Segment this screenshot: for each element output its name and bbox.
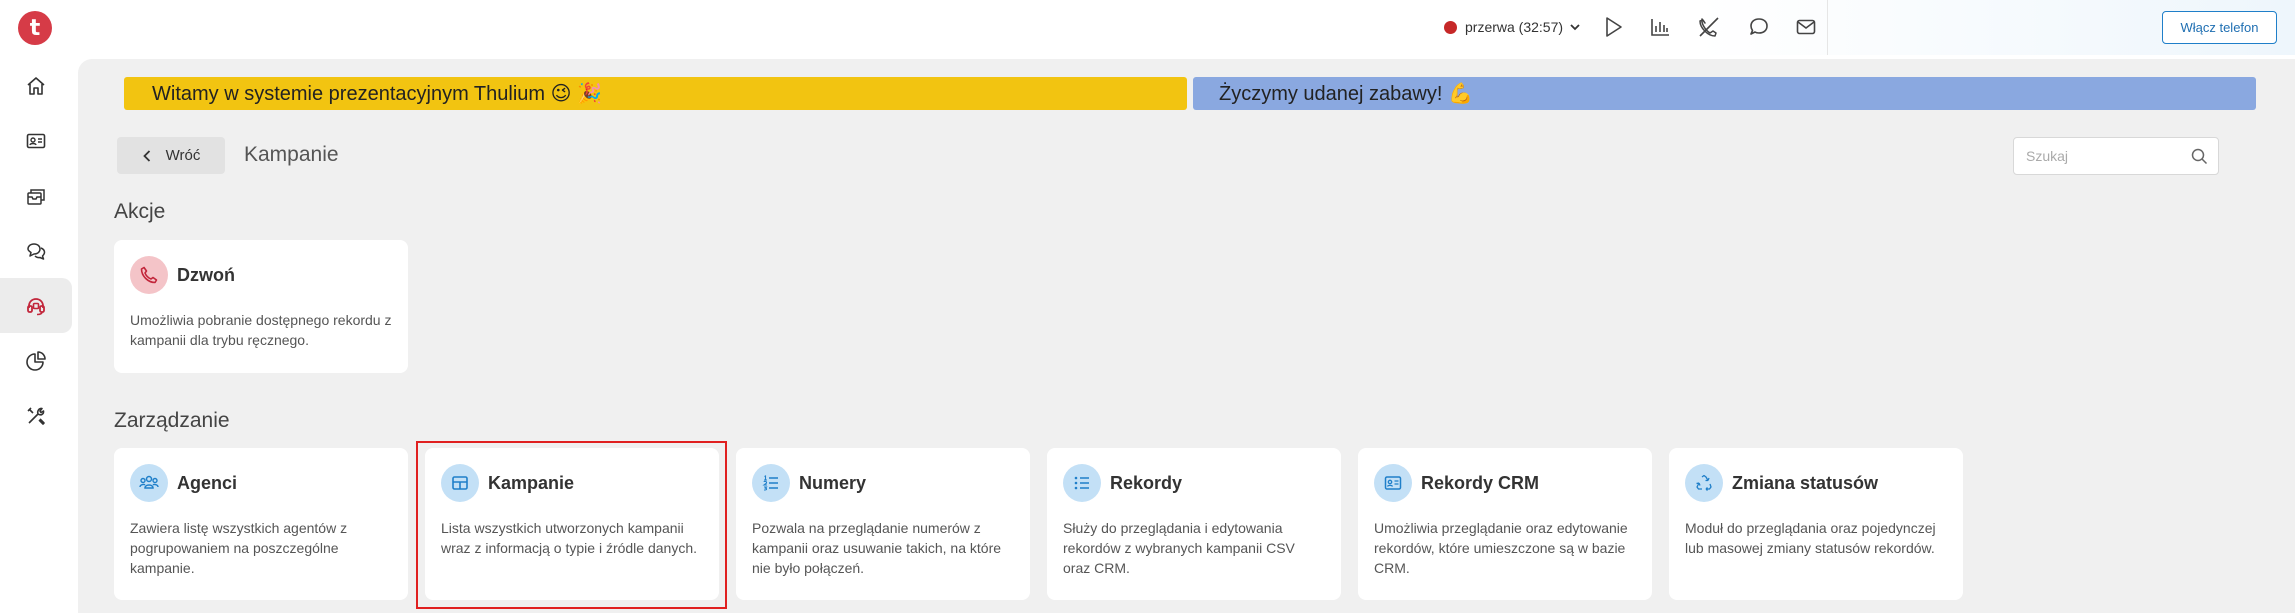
card-head: Rekordy (1063, 464, 1182, 502)
chat-icon (27, 242, 46, 260)
sidebar-item-home[interactable] (0, 58, 72, 113)
management-card-crm-records[interactable]: Rekordy CRM Umożliwia przeglądanie oraz … (1358, 448, 1652, 600)
id-card-icon (1374, 464, 1412, 502)
management-card-numbers[interactable]: Numery Pozwala na przeglądanie numerów z… (736, 448, 1030, 600)
tools-icon (27, 406, 45, 425)
home-icon (27, 76, 45, 95)
sidebar-item-chats[interactable] (0, 223, 72, 278)
card-description: Moduł do przeglądania oraz pojedynczej l… (1685, 520, 1936, 556)
card-description: Umożliwia pobranie dostępnego rekordu z … (130, 312, 392, 348)
section-title-actions: Akcje (114, 200, 166, 223)
stats-icon[interactable] (1647, 14, 1673, 40)
back-button-label: Wróć (165, 147, 201, 164)
card-head: Rekordy CRM (1374, 464, 1539, 502)
card-description: Umożliwia przeglądanie oraz edytowanie r… (1374, 520, 1628, 576)
chevron-down-icon (1570, 24, 1580, 31)
top-bar: t przerwa (32:57) Włącz telefon (0, 0, 2295, 55)
status-dot (1444, 20, 1457, 34)
back-button[interactable]: Wróć (117, 137, 225, 174)
chat-icon[interactable] (1746, 14, 1772, 40)
management-card-records[interactable]: Rekordy Służy do przeglądania i edytowan… (1047, 448, 1341, 600)
welcome-banner-text: Witamy w systemie prezentacyjnym Thulium… (152, 83, 602, 105)
management-card-campaigns[interactable]: Kampanie Lista wszystkich utworzonych ka… (425, 448, 719, 600)
sidebar-item-inbox[interactable] (0, 168, 72, 223)
card-head: Kampanie (441, 464, 574, 502)
card-head: Dzwoń (130, 256, 235, 294)
main-content: Witamy w systemie prezentacyjnym Thulium… (78, 59, 2295, 613)
welcome-banner: Witamy w systemie prezentacyjnym Thulium… (124, 77, 1187, 110)
management-card-status-change[interactable]: Zmiana statusów Moduł do przeglądania or… (1669, 448, 1963, 600)
phone-icon (130, 256, 168, 294)
card-head: Agenci (130, 464, 237, 502)
sidebar (0, 55, 78, 613)
sidebar-item-reports[interactable] (0, 333, 72, 388)
action-card-call[interactable]: Dzwoń Umożliwia pobranie dostępnego reko… (114, 240, 408, 373)
users-icon (130, 464, 168, 502)
search-icon[interactable] (2191, 148, 2208, 165)
section-title-management: Zarządzanie (114, 409, 230, 432)
table-icon (441, 464, 479, 502)
pie-chart-icon (26, 350, 46, 371)
sidebar-item-campaigns[interactable] (0, 278, 72, 333)
enable-phone-button[interactable]: Włącz telefon (2162, 11, 2277, 44)
card-description: Zawiera listę wszystkich agentów z pogru… (130, 520, 348, 576)
card-title: Agenci (177, 472, 238, 493)
card-description: Pozwala na przeglądanie numerów z kampan… (752, 520, 1002, 576)
card-head: Numery (752, 464, 866, 502)
contact-card-icon (26, 133, 46, 148)
phone-off-icon[interactable] (1696, 14, 1722, 40)
numbered-list-icon (752, 464, 790, 502)
search-input[interactable] (2014, 138, 2184, 174)
card-title: Kampanie (488, 472, 575, 493)
campaign-headset-icon (27, 297, 45, 315)
card-head: Zmiana statusów (1685, 464, 1878, 502)
card-description: Lista wszystkich utworzonych kampanii wr… (441, 520, 697, 556)
page-title: Kampanie (244, 143, 339, 166)
card-title: Dzwoń (177, 264, 235, 285)
sidebar-item-settings[interactable] (0, 388, 72, 443)
list-icon (1063, 464, 1101, 502)
card-description: Służy do przeglądania i edytowania rekor… (1063, 520, 1295, 576)
status-text: przerwa (32:57) (1465, 19, 1564, 35)
chevron-left-icon (142, 149, 150, 162)
play-icon[interactable] (1600, 14, 1626, 40)
management-card-agents[interactable]: Agenci Zawiera listę wszystkich agentów … (114, 448, 408, 600)
card-title: Rekordy CRM (1421, 472, 1540, 493)
inbox-icon (27, 188, 45, 205)
sidebar-item-contacts[interactable] (0, 113, 72, 168)
card-title: Rekordy (1110, 472, 1183, 493)
wish-banner-text: Życzymy udanej zabawy! 💪 (1219, 83, 1473, 105)
mail-icon[interactable] (1793, 14, 1819, 40)
card-title: Zmiana statusów (1732, 472, 1879, 493)
top-bar-divider (1827, 0, 1828, 55)
wish-banner: Życzymy udanej zabawy! 💪 (1193, 77, 2256, 110)
recycle-icon (1685, 464, 1723, 502)
thulium-logo[interactable]: t (18, 11, 52, 45)
status-selector[interactable]: przerwa (32:57) (1444, 16, 1581, 38)
card-title: Numery (799, 472, 867, 493)
search-box (2013, 137, 2219, 175)
